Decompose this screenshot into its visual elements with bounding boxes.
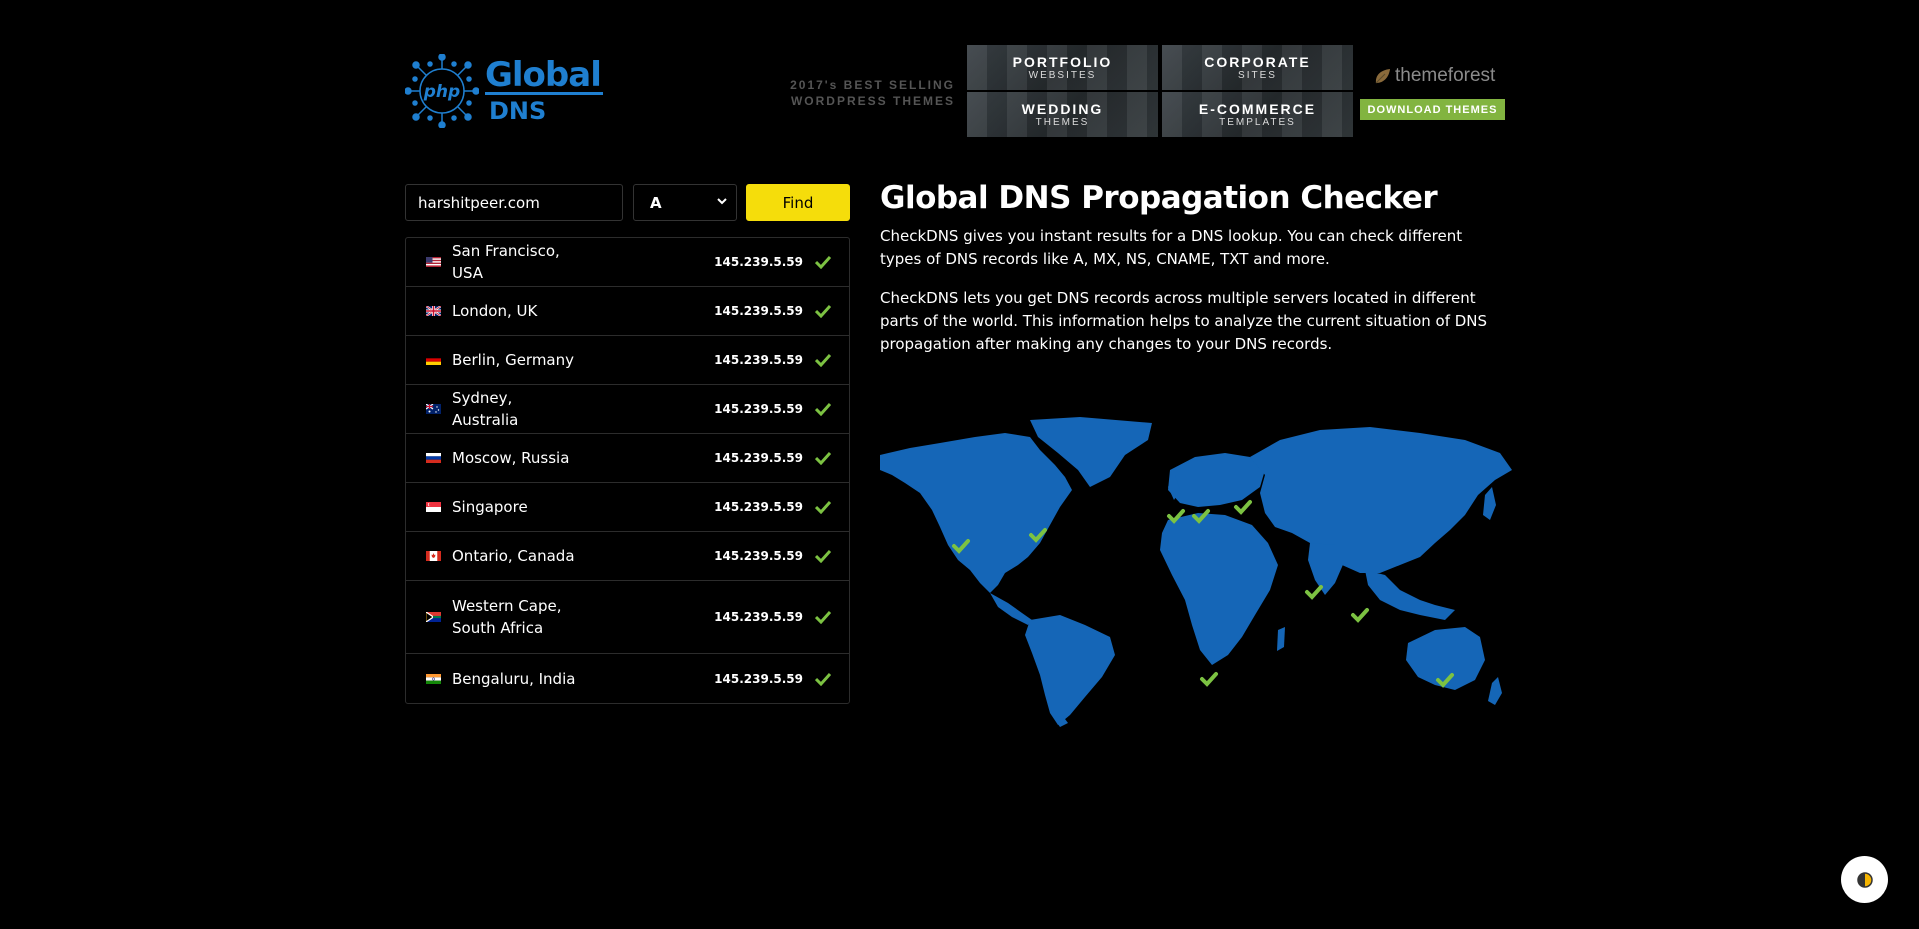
description-paragraph-1: CheckDNS gives you instant results for a… <box>880 227 1463 268</box>
za-flag-icon <box>426 612 441 622</box>
north-america-shape <box>880 433 1072 593</box>
ca-flag-icon <box>426 551 441 561</box>
logo-line2: DNS <box>489 97 547 125</box>
location-label: Western Cape, South Africa <box>452 597 562 637</box>
page-title: Global DNS Propagation Checker <box>880 180 1438 216</box>
result-row-sydney: Sydney, Australia 145.239.5.59 <box>406 385 849 434</box>
south-america-shape <box>1025 615 1115 725</box>
southeast-asia-shape <box>1365 570 1455 620</box>
au-flag-icon <box>426 404 441 414</box>
japan-shape <box>1483 487 1496 520</box>
madagascar-shape <box>1277 627 1285 651</box>
check-icon <box>815 672 831 686</box>
map-check-western-cape <box>1200 672 1218 687</box>
asia-shape <box>1250 427 1512 573</box>
check-icon <box>815 451 831 465</box>
map-check-singapore <box>1351 608 1369 623</box>
central-america-shape <box>990 593 1032 625</box>
domain-input[interactable] <box>405 184 623 221</box>
themeforest-leaf-icon <box>1375 69 1390 84</box>
in-flag-icon <box>426 673 441 684</box>
result-row-london: London, UK 145.239.5.59 <box>406 287 849 336</box>
theme-toggle-button[interactable] <box>1841 856 1888 903</box>
ru-flag-icon <box>426 453 441 463</box>
result-row-berlin: Berlin, Germany 145.239.5.59 <box>406 336 849 385</box>
map-check-moscow <box>1234 500 1252 515</box>
us-flag-icon <box>426 257 441 267</box>
check-icon <box>815 402 831 416</box>
location-label: Singapore <box>452 498 528 516</box>
uk-flag-icon <box>426 306 441 316</box>
location-label: London, UK <box>452 302 538 320</box>
location-label: San Francisco, USA <box>452 242 560 282</box>
location-label: Sydney, Australia <box>452 389 519 429</box>
themeforest-ad-banner[interactable]: 2017's BEST SELLING WORDPRESS THEMES POR… <box>790 45 1510 137</box>
ad-tile-corporate[interactable]: CORPORATE SITES <box>1162 45 1353 90</box>
check-icon <box>815 549 831 563</box>
logo-network-icon: php <box>405 53 479 128</box>
ip-value: 145.239.5.59 <box>714 402 803 416</box>
result-row-san-francisco: San Francisco, USA 145.239.5.59 <box>406 238 849 287</box>
ip-value: 145.239.5.59 <box>714 549 803 563</box>
ip-value: 145.239.5.59 <box>714 671 803 686</box>
check-icon <box>815 304 831 318</box>
check-icon <box>815 500 831 514</box>
record-type-select[interactable]: A <box>633 184 737 221</box>
result-row-singapore: Singapore 145.239.5.59 <box>406 483 849 532</box>
ip-value: 145.239.5.59 <box>714 353 803 367</box>
logo-badge: php <box>423 82 460 102</box>
location-label: Berlin, Germany <box>452 351 575 369</box>
results-list: San Francisco, USA 145.239.5.59 London, … <box>405 237 850 704</box>
ip-value: 145.239.5.59 <box>714 610 803 624</box>
location-label: Moscow, Russia <box>452 449 570 467</box>
check-icon <box>815 353 831 367</box>
find-button[interactable]: Find <box>746 184 850 221</box>
chevron-down-icon <box>716 195 728 210</box>
ad-tagline: 2017's BEST SELLING WORDPRESS THEMES <box>790 78 955 108</box>
africa-shape <box>1160 513 1278 665</box>
site-logo[interactable]: php Global DNS <box>405 53 615 128</box>
result-row-ontario: Ontario, Canada 145.239.5.59 <box>406 532 849 581</box>
ad-tile-portfolio[interactable]: PORTFOLIO WEBSITES <box>967 45 1158 90</box>
ad-tile-ecommerce[interactable]: E-COMMERCE TEMPLATES <box>1162 92 1353 137</box>
check-icon <box>815 255 831 269</box>
check-icon <box>815 610 831 624</box>
themeforest-logo: themeforest <box>1373 65 1495 87</box>
download-themes-button[interactable]: DOWNLOAD THEMES <box>1360 99 1505 120</box>
de-flag-icon <box>426 355 441 365</box>
ip-value: 145.239.5.59 <box>714 304 803 318</box>
world-map <box>880 417 1512 727</box>
sg-flag-icon <box>426 502 441 512</box>
ad-tile-wedding[interactable]: WEDDING THEMES <box>967 92 1158 137</box>
location-label: Bengaluru, India <box>452 669 576 688</box>
map-check-bengaluru <box>1305 585 1323 600</box>
europe-shape <box>1168 453 1265 507</box>
result-row-moscow: Moscow, Russia 145.239.5.59 <box>406 434 849 483</box>
ip-value: 145.239.5.59 <box>714 255 803 269</box>
ip-value: 145.239.5.59 <box>714 451 803 465</box>
record-type-value: A <box>650 193 662 212</box>
result-row-bengaluru: Bengaluru, India 145.239.5.59 <box>406 654 849 703</box>
half-moon-icon <box>1856 871 1873 888</box>
new-zealand-shape <box>1488 677 1502 705</box>
description-paragraph-2: CheckDNS lets you get DNS records across… <box>880 289 1488 353</box>
ip-value: 145.239.5.59 <box>714 500 803 514</box>
logo-line1: Global <box>485 58 603 95</box>
location-label: Ontario, Canada <box>452 547 575 565</box>
result-row-western-cape: Western Cape, South Africa 145.239.5.59 <box>406 581 849 654</box>
